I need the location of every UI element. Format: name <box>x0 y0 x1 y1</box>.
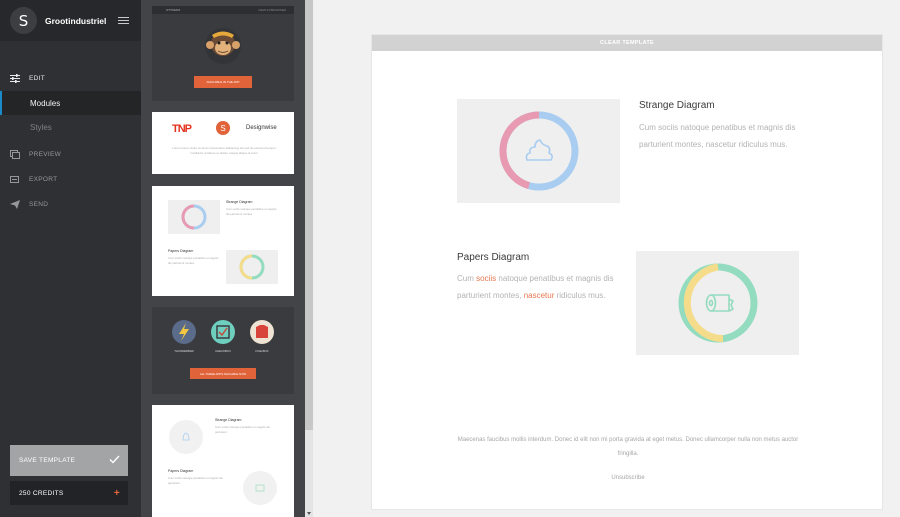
credits-button[interactable]: 250 CREDITS + <box>10 481 128 505</box>
thumb-title-strange: Strange Diagram <box>226 200 253 204</box>
checkmark-icon <box>109 455 120 466</box>
module-thumbnail-apps[interactable]: THUNDERBAR CHECKBOX FUELBOX ALL THREE AP… <box>152 307 294 394</box>
module-list: OTTOMAT VIEW IN BROWSER AVAILABLE IN THE… <box>141 0 305 517</box>
nav-export[interactable]: EXPORT <box>0 167 141 192</box>
sliders-icon <box>10 74 20 84</box>
thumb-logo-designwise: Designwise <box>246 125 277 131</box>
hamburger-menu-icon[interactable] <box>118 16 129 25</box>
strange-diagram-image[interactable] <box>457 99 620 203</box>
export-icon <box>10 175 20 185</box>
thumb-header-right: VIEW IN BROWSER <box>258 8 286 12</box>
plus-icon: + <box>113 487 120 499</box>
link-sociis[interactable]: sociis <box>476 274 496 283</box>
brand-header: S Grootindustriel <box>0 0 141 41</box>
nav-send[interactable]: SEND <box>0 192 141 217</box>
brand-name: Grootindustriel <box>45 15 107 26</box>
nav-modules[interactable]: Modules <box>0 91 141 115</box>
email-canvas: CLEAR TEMPLATE Strange Diagram Cum socii… <box>313 0 900 517</box>
main-nav: EDIT Modules Styles PREVIEW EXPORT SEND <box>0 66 141 217</box>
module-thumbnail-hero[interactable]: OTTOMAT VIEW IN BROWSER AVAILABLE IN THE… <box>152 6 294 101</box>
thumb-title-papers: Papers Diagram <box>168 249 194 253</box>
thumb-header-left: OTTOMAT <box>166 8 181 12</box>
nav-styles[interactable]: Styles <box>0 115 141 139</box>
clear-template-button[interactable]: CLEAR TEMPLATE <box>372 35 882 51</box>
papers-text-part-a: Cum <box>457 274 477 283</box>
link-nascetur[interactable]: nascetur <box>524 291 555 300</box>
unsubscribe-link: Unsubscribe <box>372 475 884 481</box>
thumb-logo-s: S <box>216 121 230 135</box>
paper-plane-icon <box>10 200 20 210</box>
papers-diagram-ring <box>678 263 757 343</box>
papers-diagram-text: Cum sociis natoque penatibus et magnis d… <box>457 270 617 304</box>
save-template-label: SAVE TEMPLATE <box>19 457 76 464</box>
avatar[interactable]: S <box>10 7 37 34</box>
nav-export-label: EXPORT <box>29 176 58 183</box>
thumb-label-checkbox: CHECKBOX <box>215 349 231 353</box>
thumb-alt-text-strange: Cum sociis natoque penatibus et magnis d… <box>215 425 270 434</box>
strange-diagram-text: Cum sociis natoque penatibus et magnis d… <box>639 123 796 149</box>
nav-preview[interactable]: PREVIEW <box>0 142 141 167</box>
thumb-apps-cta: ALL THREE APPS AVAILABLE NOW <box>199 372 247 376</box>
papers-text-part-c: ridiculus mus. <box>554 291 606 300</box>
scrollbar-thumb[interactable] <box>305 0 313 430</box>
papers-diagram-image[interactable] <box>636 251 799 355</box>
thumb-text-papers: Cum sociis natoque penatibus et magnis d… <box>168 256 219 265</box>
preview-icon <box>10 150 20 160</box>
thumb-alt-title-papers: Papers Diagram <box>168 469 194 473</box>
nav-edit[interactable]: EDIT <box>0 66 141 91</box>
thumb-text-strange: Cum sociis natoque penatibus et magnis d… <box>226 207 277 216</box>
nav-edit-label: EDIT <box>29 75 46 82</box>
unsubscribe-link-text[interactable]: Unsubscribe <box>611 475 644 481</box>
thumb-cta: AVAILABLE IN THE APP <box>206 80 240 84</box>
app-root: S Grootindustriel EDIT Modules Styles PR… <box>0 0 900 517</box>
email-template: CLEAR TEMPLATE Strange Diagram Cum socii… <box>371 34 883 510</box>
thumb-label-thunderbar: THUNDERBAR <box>174 349 194 353</box>
papers-diagram-title: Papers Diagram <box>457 252 530 263</box>
credits-label: 250 CREDITS <box>19 489 64 497</box>
thumb-alt-title-strange: Strange Diagram <box>215 418 242 422</box>
module-thumbnail-logos[interactable]: TNP S Designwise Lorem ipsum dolor sit a… <box>152 112 294 174</box>
module-thumbnail-diagrams-alt[interactable]: Strange Diagram Cum sociis natoque penat… <box>152 405 294 517</box>
thumb-body-text: Lorem ipsum dolor sit amet consectetur a… <box>172 146 276 155</box>
nav-send-label: SEND <box>29 201 49 208</box>
nav-preview-label: PREVIEW <box>29 151 62 158</box>
footer-text: Maecenas faucibus mollis interdum. Donec… <box>457 437 799 457</box>
save-template-button[interactable]: SAVE TEMPLATE <box>10 445 128 476</box>
scroll-down-arrow-icon[interactable] <box>307 512 311 515</box>
thumb-logo-tnp: TNP <box>172 123 192 135</box>
module-thumbnail-diagrams[interactable]: Strange Diagram Cum sociis natoque penat… <box>152 186 294 296</box>
sidebar: S Grootindustriel EDIT Modules Styles PR… <box>0 0 141 517</box>
thumb-label-fuelbox: FUELBOX <box>255 349 269 353</box>
thumb-alt-text-papers: Cum sociis natoque penatibus et magnis d… <box>168 476 223 485</box>
strange-diagram-title: Strange Diagram <box>639 100 715 111</box>
strange-diagram-ring <box>498 111 578 191</box>
module-list-scrollbar[interactable] <box>305 0 313 517</box>
